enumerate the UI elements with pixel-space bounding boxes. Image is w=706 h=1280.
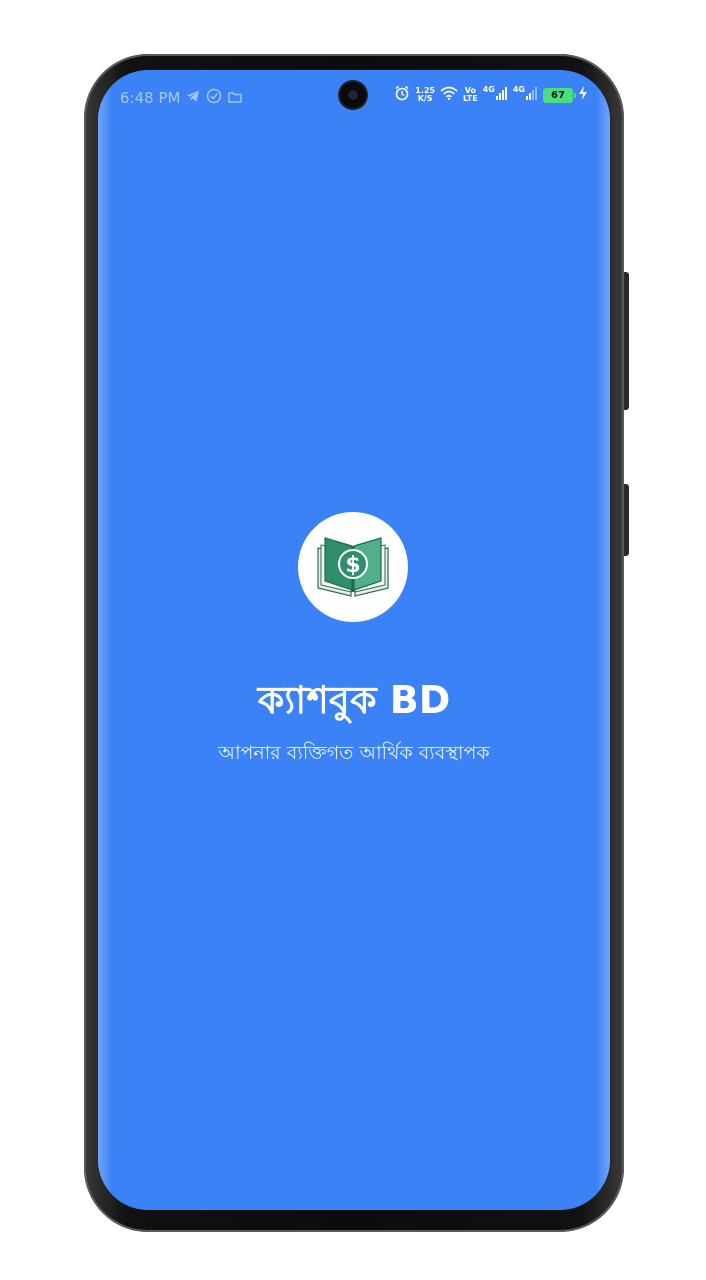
signal-indicator-2: 4G xyxy=(513,86,538,104)
status-time: 6:48 PM xyxy=(120,89,181,107)
network-type-1: 4G xyxy=(482,85,495,94)
speed-unit: K/S xyxy=(417,94,433,103)
volte-bottom: LTE xyxy=(463,94,478,103)
status-left: 6:48 PM xyxy=(120,88,243,108)
status-bar: 6:48 PM 1.25 K/S Vo LTE 4G 4G 67 xyxy=(98,70,610,124)
front-camera xyxy=(340,82,366,108)
app-logo: $ xyxy=(298,512,408,622)
signal-icon xyxy=(526,86,538,104)
dollar-symbol: $ xyxy=(345,553,360,578)
network-speed: 1.25 K/S xyxy=(415,87,435,103)
battery-indicator: 67 xyxy=(543,87,576,103)
power-button xyxy=(624,484,629,556)
signal-indicator-1: 4G xyxy=(483,86,508,104)
telegram-icon xyxy=(186,89,200,107)
money-book-icon: $ xyxy=(314,530,392,604)
app-title: ক্যাশবুক BD xyxy=(257,678,451,722)
status-right: 1.25 K/S Vo LTE 4G 4G 67 xyxy=(394,85,588,105)
network-type-2: 4G xyxy=(512,85,525,94)
volte-indicator: Vo LTE xyxy=(463,87,478,103)
check-circle-icon xyxy=(206,88,222,108)
splash-screen: 6:48 PM 1.25 K/S Vo LTE 4G 4G 67 $ ক্যাশ… xyxy=(98,70,610,1210)
volume-button xyxy=(624,272,629,410)
charging-icon xyxy=(578,86,588,104)
folder-icon xyxy=(228,89,243,107)
alarm-icon xyxy=(394,85,410,105)
wifi-icon xyxy=(440,86,458,104)
app-tagline: আপনার ব্যক্তিগত আর্থিক ব্যবস্থাপক xyxy=(218,742,490,764)
signal-icon xyxy=(495,86,508,104)
